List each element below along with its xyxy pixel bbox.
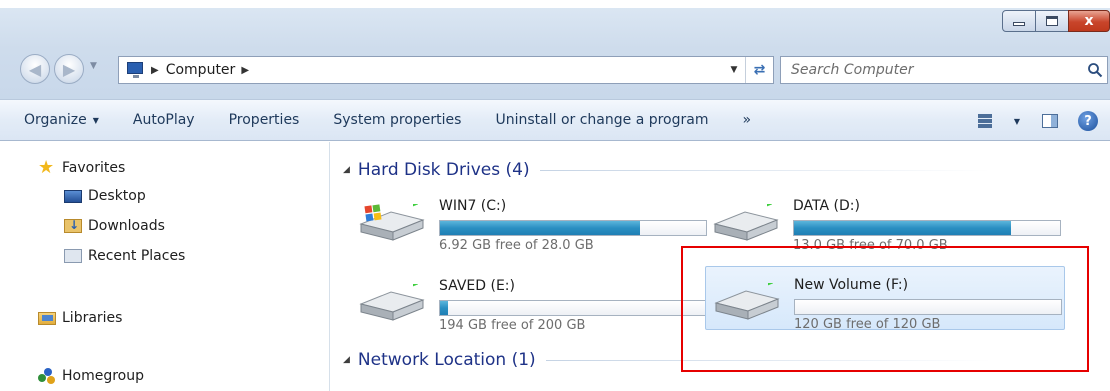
desktop-icon: [64, 189, 82, 203]
collapse-triangle-icon: ◢: [343, 355, 350, 365]
drive-tile-d[interactable]: DATA (D:) 13.0 GB free of 70.0 GB: [705, 188, 1065, 253]
window-frame: [0, 0, 1110, 108]
star-icon: ★: [38, 157, 55, 178]
caption-buttons: x: [1002, 10, 1110, 32]
overflow-chevron-icon: »: [742, 112, 752, 128]
window-top-edge: [0, 0, 1110, 8]
group-header-hard-disk-drives[interactable]: ◢ Hard Disk Drives (4): [343, 160, 1103, 180]
refresh-icon: ⇄: [753, 62, 766, 78]
navigation-pane: ★ Favorites Desktop Downloads Recent Pla…: [0, 142, 330, 391]
autoplay-button[interactable]: AutoPlay: [133, 112, 195, 128]
nav-recent-places-label: Recent Places: [88, 248, 186, 264]
group-divider: [545, 359, 1103, 361]
collapse-triangle-icon: ◢: [343, 165, 350, 175]
forward-button[interactable]: ▶: [54, 54, 84, 84]
homegroup-icon: [38, 368, 56, 384]
preview-pane-icon[interactable]: [1042, 114, 1058, 128]
hard-drive-icon: [359, 204, 425, 241]
breadcrumb-computer[interactable]: Computer: [166, 62, 236, 78]
change-view-button[interactable]: [977, 114, 1008, 128]
nav-libraries-label: Libraries: [62, 310, 123, 326]
breadcrumb-separator-icon[interactable]: ▶: [151, 65, 159, 76]
recent-pages-dropdown-icon[interactable]: ▼: [90, 61, 97, 71]
minimize-icon: [1013, 22, 1025, 26]
address-history-dropdown-icon[interactable]: ▼: [723, 65, 745, 75]
group-title-network-location: Network Location (1): [357, 350, 536, 370]
nav-favorites-label: Favorites: [62, 160, 126, 176]
nav-item-libraries[interactable]: Libraries: [38, 310, 122, 326]
recent-places-icon: [64, 249, 82, 263]
group-title-hard-disk-drives: Hard Disk Drives (4): [357, 160, 530, 180]
maximize-icon: [1046, 16, 1058, 26]
nav-desktop-label: Desktop: [88, 188, 146, 204]
system-properties-label: System properties: [333, 112, 462, 128]
nav-item-desktop[interactable]: Desktop: [64, 188, 146, 204]
maximize-button[interactable]: [1035, 10, 1069, 32]
nav-downloads-label: Downloads: [88, 218, 165, 234]
properties-label: Properties: [228, 112, 300, 128]
drive-tile-f[interactable]: New Volume (F:) 120 GB free of 120 GB: [705, 266, 1065, 332]
search-input[interactable]: Search Computer: [780, 56, 1108, 84]
uninstall-program-label: Uninstall or change a program: [495, 112, 709, 128]
drive-free-space-text: 194 GB free of 200 GB: [439, 318, 586, 333]
organize-label: Organize: [24, 112, 87, 128]
forward-arrow-icon: ▶: [62, 59, 76, 79]
libraries-icon: [38, 311, 56, 325]
nav-item-downloads[interactable]: Downloads: [64, 218, 165, 234]
nav-item-recent-places[interactable]: Recent Places: [64, 248, 185, 264]
nav-item-homegroup[interactable]: Homegroup: [38, 368, 144, 384]
command-bar-right: ▼ ?: [977, 100, 1110, 142]
drive-usage-fill: [440, 301, 448, 315]
drive-usage-bar: [794, 299, 1062, 315]
drive-free-space-text: 6.92 GB free of 28.0 GB: [439, 238, 594, 253]
search-placeholder: Search Computer: [791, 62, 914, 78]
drive-tile-e[interactable]: SAVED (E:) 194 GB free of 200 GB: [351, 268, 711, 333]
autoplay-label: AutoPlay: [132, 112, 195, 128]
drive-name: SAVED (E:): [439, 278, 515, 294]
hard-drive-icon: [359, 284, 425, 321]
chevron-down-icon: ▼: [92, 115, 99, 125]
uninstall-program-button[interactable]: Uninstall or change a program: [495, 112, 708, 128]
nav-homegroup-label: Homegroup: [62, 368, 145, 384]
group-divider: [539, 169, 1103, 171]
help-label: ?: [1084, 113, 1092, 129]
computer-icon: [125, 62, 145, 78]
drive-usage-fill: [440, 221, 641, 235]
drive-free-space-text: 120 GB free of 120 GB: [794, 317, 941, 332]
drive-usage-bar: [439, 300, 707, 316]
group-header-network-location[interactable]: ◢ Network Location (1): [343, 350, 1103, 370]
breadcrumb-separator-icon[interactable]: ▶: [241, 65, 249, 76]
drive-name: DATA (D:): [793, 198, 860, 214]
help-icon[interactable]: ?: [1078, 111, 1098, 131]
hard-drive-icon: [714, 283, 780, 320]
drive-name: New Volume (F:): [794, 277, 909, 293]
more-commands-button[interactable]: »: [742, 112, 751, 128]
drive-free-space-text: 13.0 GB free of 70.0 GB: [793, 238, 948, 253]
drive-name: WIN7 (C:): [439, 198, 507, 214]
minimize-button[interactable]: [1002, 10, 1036, 32]
close-icon: x: [1084, 13, 1094, 29]
nav-item-favorites[interactable]: ★ Favorites: [38, 157, 126, 178]
view-options-chevron-icon[interactable]: ▼: [1014, 117, 1020, 126]
close-button[interactable]: x: [1068, 10, 1110, 32]
hard-drive-icon: [713, 204, 779, 241]
content-pane: ◢ Hard Disk Drives (4) WIN7 (C:) 6.92 GB …: [331, 142, 1110, 391]
drive-usage-bar: [793, 220, 1061, 236]
downloads-folder-icon: [64, 218, 82, 233]
address-bar[interactable]: ▶ Computer ▶ ▼ ⇄: [118, 56, 774, 84]
properties-button[interactable]: Properties: [229, 112, 300, 128]
back-arrow-icon: ◀: [28, 59, 42, 79]
drive-usage-bar: [439, 220, 707, 236]
drive-usage-fill: [794, 221, 1011, 235]
drive-tile-c[interactable]: WIN7 (C:) 6.92 GB free of 28.0 GB: [351, 188, 711, 253]
navigation-buttons: ◀ ▶ ▼: [20, 50, 128, 90]
back-button[interactable]: ◀: [20, 54, 50, 84]
search-icon[interactable]: [1087, 62, 1103, 78]
system-properties-button[interactable]: System properties: [333, 112, 461, 128]
view-details-icon: [977, 114, 992, 128]
refresh-button[interactable]: ⇄: [745, 57, 773, 83]
command-bar: Organize ▼ AutoPlay Properties System pr…: [0, 99, 1110, 141]
organize-button[interactable]: Organize ▼: [24, 112, 99, 128]
